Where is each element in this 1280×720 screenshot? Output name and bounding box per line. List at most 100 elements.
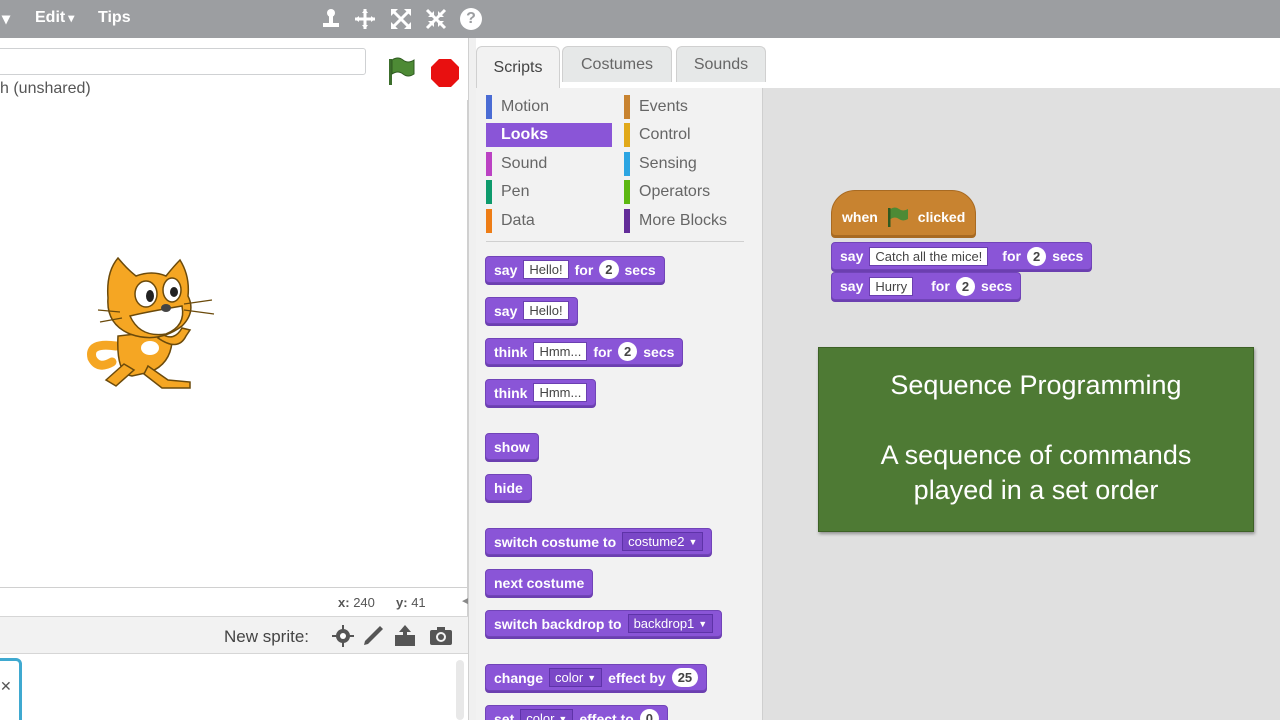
category-color-swatch	[486, 209, 492, 233]
category-sound[interactable]: Sound	[486, 152, 612, 176]
new-sprite-label: New sprite:	[224, 627, 310, 646]
tab-costumes[interactable]: Costumes	[562, 46, 672, 82]
seconds-input[interactable]: 2	[618, 342, 638, 361]
category-color-swatch	[486, 123, 492, 147]
costume-dropdown[interactable]: costume2 ▼	[622, 532, 704, 551]
category-color-swatch	[486, 152, 492, 176]
switch-backdrop-block[interactable]: switch backdrop to backdrop1 ▼	[485, 610, 723, 637]
camera-icon[interactable]	[428, 623, 454, 649]
block-keyword: change	[494, 669, 544, 686]
block-keyword: say	[494, 302, 518, 319]
message-input[interactable]: Hello!	[523, 260, 569, 279]
duplicate-icon[interactable]	[318, 6, 344, 32]
think-block[interactable]: think Hmm...	[485, 379, 597, 406]
seconds-input[interactable]: 2	[599, 260, 619, 279]
backdrop-dropdown[interactable]: backdrop1 ▼	[627, 614, 714, 633]
edit-menu[interactable]: Edit ▾	[35, 9, 74, 27]
effect-dropdown[interactable]: color ▼	[520, 709, 574, 720]
tabs-bar: Scripts Costumes Sounds	[476, 38, 1280, 88]
category-label: Events	[639, 98, 688, 115]
say-block[interactable]: say Hello!	[485, 297, 578, 324]
stage[interactable]	[0, 100, 468, 588]
category-control[interactable]: Control	[624, 123, 750, 147]
seconds-input[interactable]: 2	[1026, 246, 1047, 266]
category-label: Data	[501, 212, 535, 229]
seconds-input[interactable]: 2	[955, 276, 976, 296]
block-keyword: think	[494, 384, 528, 401]
category-label: Sensing	[639, 155, 697, 172]
message-input[interactable]: Hurry	[869, 276, 914, 296]
set-effect-block[interactable]: set color ▼ effect to 0	[485, 705, 669, 720]
grow-icon[interactable]	[388, 6, 414, 32]
block-keyword: secs	[1052, 248, 1084, 264]
dropdown-value: color	[555, 670, 584, 685]
file-menu-caret[interactable]: ▾	[2, 9, 10, 29]
category-operators[interactable]: Operators	[624, 180, 750, 204]
cut-icon[interactable]	[352, 6, 378, 32]
stage-coordinates: x: 240 y: 41	[0, 588, 468, 616]
tips-menu[interactable]: Tips	[98, 9, 131, 27]
tab-scripts[interactable]: Scripts	[476, 46, 560, 88]
effect-amount-input[interactable]: 25	[671, 668, 699, 687]
switch-costume-block[interactable]: switch costume to costume2 ▼	[485, 528, 713, 555]
project-title-input[interactable]	[0, 48, 366, 75]
upload-sprite-icon[interactable]	[392, 623, 418, 649]
dropdown-value: color	[526, 711, 555, 720]
category-color-swatch	[624, 123, 630, 147]
dropdown-arrow-icon: ▼	[558, 713, 568, 720]
green-flag-button[interactable]	[386, 55, 416, 89]
shrink-icon[interactable]	[423, 6, 449, 32]
block-keyword: say	[840, 278, 864, 294]
panel-divider	[468, 38, 476, 720]
hide-block[interactable]: hide	[485, 474, 532, 501]
block-keyword: think	[494, 343, 528, 360]
paint-sprite-icon[interactable]	[360, 623, 386, 649]
effect-amount-input[interactable]: 0	[639, 709, 660, 720]
say-for-secs-block[interactable]: say Hello! for 2 secs	[485, 256, 665, 283]
green-flag-icon	[389, 57, 415, 85]
message-input[interactable]: Hmm...	[533, 342, 588, 361]
category-label: More Blocks	[639, 212, 728, 229]
help-icon[interactable]: ?	[460, 8, 482, 30]
say-for-secs-block[interactable]: say Hurry for 2 secs	[831, 272, 1022, 300]
category-label: Pen	[501, 183, 530, 200]
cat-sprite[interactable]	[86, 254, 218, 394]
category-label: Looks	[501, 126, 549, 143]
stop-sign-icon	[431, 59, 459, 87]
block-keyword: clicked	[917, 209, 966, 225]
think-for-secs-block[interactable]: think Hmm... for 2 secs	[485, 338, 684, 365]
dropdown-arrow-icon: ▼	[698, 618, 708, 629]
category-motion[interactable]: Motion	[486, 95, 612, 119]
category-data[interactable]: Data	[486, 209, 612, 233]
category-label: Sound	[501, 155, 548, 172]
category-pen[interactable]: Pen	[486, 180, 612, 204]
category-color-swatch	[486, 180, 492, 204]
message-input[interactable]: Hello!	[523, 301, 569, 320]
category-color-swatch	[486, 95, 492, 119]
change-effect-block[interactable]: change color ▼ effect by 25	[485, 664, 708, 691]
project-status: h (unshared)	[0, 80, 91, 97]
file-caret-glyph: ▾	[2, 11, 11, 28]
sprite-panel-header: New sprite:	[0, 616, 468, 654]
block-keyword: when	[842, 209, 878, 225]
category-label: Operators	[639, 183, 711, 200]
sprite-list-scrollbar[interactable]	[456, 660, 464, 720]
message-input[interactable]: Hmm...	[533, 383, 588, 402]
category-looks[interactable]: Looks	[486, 123, 612, 147]
choose-sprite-library-icon[interactable]	[330, 623, 356, 649]
when-flag-clicked-hat-block[interactable]: when clicked	[831, 190, 977, 236]
close-icon[interactable]: ✕	[0, 678, 12, 695]
category-events[interactable]: Events	[624, 95, 750, 119]
dropdown-arrow-icon: ▼	[688, 536, 698, 547]
tab-sounds[interactable]: Sounds	[676, 46, 766, 82]
stop-button[interactable]	[430, 58, 460, 88]
block-keyword: set	[494, 710, 515, 720]
category-more-blocks[interactable]: More Blocks	[624, 209, 750, 233]
category-sensing[interactable]: Sensing	[624, 152, 750, 176]
show-block[interactable]: show	[485, 433, 539, 460]
block-keyword: effect to	[579, 710, 634, 720]
say-for-secs-block[interactable]: say Catch all the mice! for 2 secs	[831, 242, 1093, 270]
next-costume-block[interactable]: next costume	[485, 569, 594, 596]
message-input[interactable]: Catch all the mice!	[869, 246, 989, 266]
effect-dropdown[interactable]: color ▼	[549, 668, 603, 687]
